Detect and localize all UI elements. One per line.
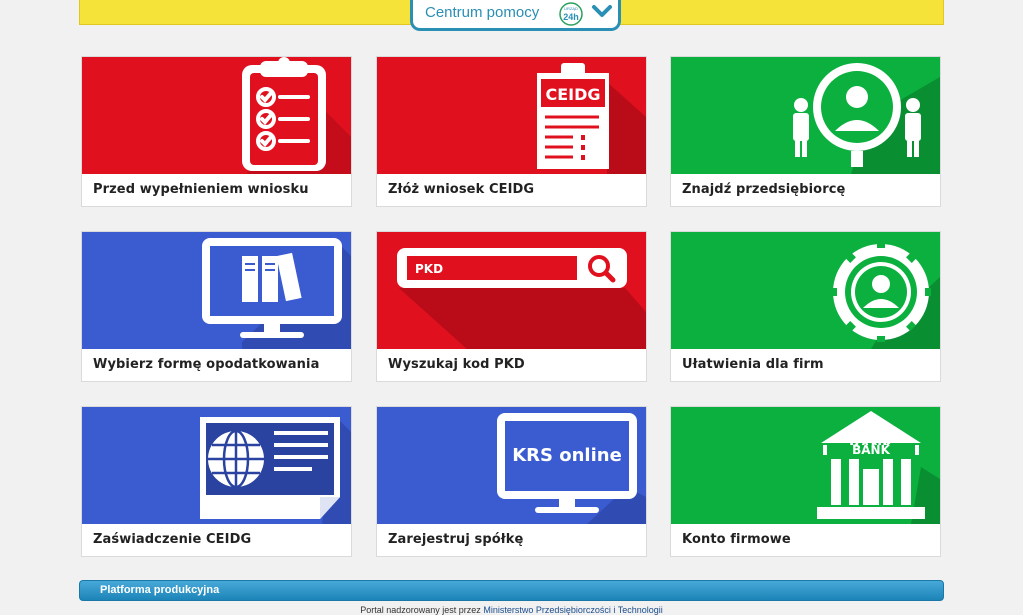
footer: Portal nadzorowany jest przez Ministerst… — [0, 605, 1023, 615]
chevron-down-icon[interactable] — [591, 3, 613, 21]
globe-document-icon — [200, 417, 340, 519]
tile-image: PKD — [377, 232, 646, 349]
24h-office-icon: URZĄD 24h — [559, 2, 583, 26]
tile-label: Zarejestruj spółkę — [388, 532, 524, 547]
platform-label: Platforma produkcyjna — [100, 584, 220, 596]
tile-image: CEIDG — [377, 57, 646, 174]
tile-image — [671, 57, 940, 174]
tile-label: Znajdź przedsiębiorcę — [682, 182, 846, 197]
search-bar-icon: PKD — [397, 248, 627, 288]
tile-register-company[interactable]: KRS online Zarejestruj spółkę — [376, 406, 647, 557]
tile-submit-ceidg[interactable]: CEIDG Złóż wniosek CEIDG — [376, 56, 647, 207]
tile-image — [82, 57, 351, 174]
tile-image: KRS online — [377, 407, 646, 524]
clipboard-checklist-icon — [242, 57, 326, 171]
tile-business-account[interactable]: BANK BANK Konto firmowe — [670, 406, 941, 557]
tile-label: Ułatwienia dla firm — [682, 357, 824, 372]
ministry-link[interactable]: Ministerstwo Przedsiębiorczości i Techno… — [483, 605, 662, 615]
tile-image — [671, 232, 940, 349]
tile-ceidg-certificate[interactable]: Zaświadczenie CEIDG — [81, 406, 352, 557]
help-center-tab[interactable]: Centrum pomocy URZĄD 24h — [410, 0, 621, 31]
help-center-label: Centrum pomocy — [425, 4, 540, 21]
footer-text: Portal nadzorowany jest przez — [360, 605, 481, 615]
krs-icon-text: KRS online — [512, 445, 622, 466]
monitor-binders-icon — [202, 238, 342, 338]
tile-label: Zaświadczenie CEIDG — [93, 532, 252, 547]
pkd-icon-text: PKD — [415, 262, 443, 276]
tile-label: Konto firmowe — [682, 532, 791, 547]
tile-tax-form[interactable]: Wybierz formę opodatkowania — [81, 231, 352, 382]
tile-before-application[interactable]: Przed wypełnieniem wniosku — [81, 56, 352, 207]
tile-find-entrepreneur[interactable]: Znajdź przedsiębiorcę — [670, 56, 941, 207]
platform-status-bar: Platforma produkcyjna — [79, 580, 944, 601]
tile-label: Złóż wniosek CEIDG — [388, 182, 535, 197]
tile-label: Wybierz formę opodatkowania — [93, 357, 320, 372]
monitor-krs-icon: KRS online — [497, 413, 637, 513]
badge-main-text: 24h — [563, 12, 579, 22]
tile-business-facilities[interactable]: Ułatwienia dla firm — [670, 231, 941, 382]
tile-label: Przed wypełnieniem wniosku — [93, 182, 309, 197]
tile-image — [82, 407, 351, 524]
ceidg-form-icon: CEIDG — [537, 63, 609, 169]
badge-top-text: URZĄD — [564, 6, 578, 11]
ceidg-icon-text: CEIDG — [545, 85, 600, 104]
tile-search-pkd[interactable]: PKD Wyszukaj kod PKD — [376, 231, 647, 382]
tile-label: Wyszukaj kod PKD — [388, 357, 525, 372]
tile-image — [82, 232, 351, 349]
tile-image: BANK BANK — [671, 407, 940, 524]
bank-label-text: BANK — [852, 443, 890, 457]
